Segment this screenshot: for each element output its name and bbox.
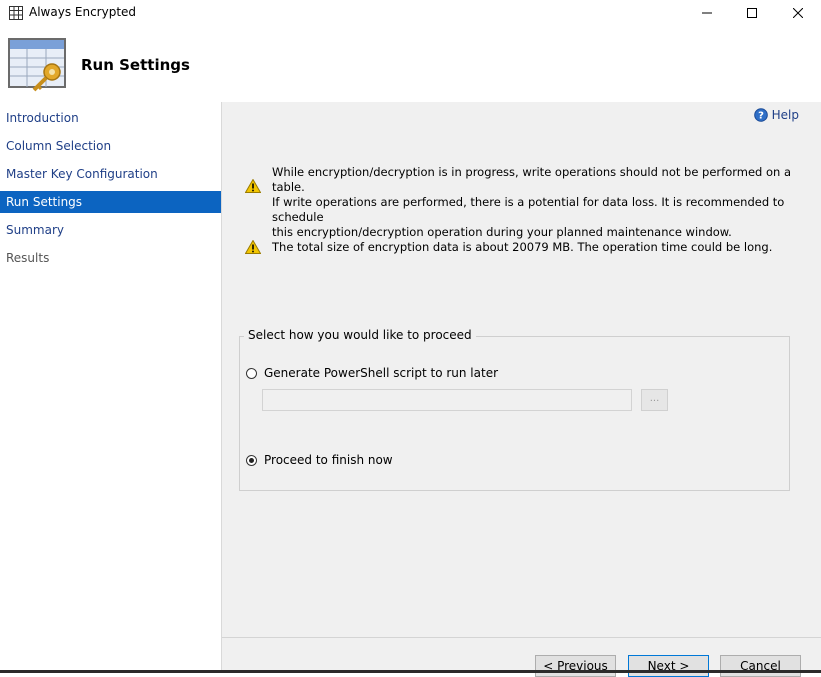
warning-icon xyxy=(245,240,261,254)
radio-button-selected[interactable] xyxy=(246,454,257,466)
sidebar-item-introduction[interactable]: Introduction xyxy=(0,107,221,129)
minimize-button[interactable] xyxy=(684,0,730,26)
wizard-sidebar: Introduction Column Selection Master Key… xyxy=(0,102,222,673)
table-key-icon xyxy=(8,38,66,92)
minimize-icon xyxy=(702,12,712,14)
cancel-button[interactable]: Cancel xyxy=(720,655,801,677)
svg-text:?: ? xyxy=(758,111,764,122)
main-panel: ? Help While encryption/decryption is in… xyxy=(222,102,821,677)
radio-proceed-to-finish-now[interactable]: Proceed to finish now xyxy=(246,453,393,467)
radio-label: Generate PowerShell script to run later xyxy=(264,366,499,380)
previous-button[interactable]: < Previous xyxy=(535,655,616,677)
maximize-icon xyxy=(747,8,757,18)
sidebar-item-column-selection[interactable]: Column Selection xyxy=(0,135,221,157)
wizard-header: Run Settings xyxy=(0,26,821,102)
help-link[interactable]: ? Help xyxy=(753,108,799,122)
radio-button[interactable] xyxy=(246,367,257,379)
close-icon xyxy=(793,8,803,18)
warning-message-data-size: The total size of encryption data is abo… xyxy=(272,240,773,254)
window-titlebar: Always Encrypted xyxy=(0,0,821,26)
sidebar-item-master-key-configuration[interactable]: Master Key Configuration xyxy=(0,163,221,185)
help-icon: ? xyxy=(753,108,768,122)
sidebar-item-results: Results xyxy=(6,251,50,265)
warning-message-write-operations: While encryption/decryption is in progre… xyxy=(272,165,792,239)
window-title: Always Encrypted xyxy=(29,5,137,19)
radio-label: Proceed to finish now xyxy=(264,453,393,467)
close-button[interactable] xyxy=(775,0,821,26)
radio-generate-powershell-script[interactable]: Generate PowerShell script to run later xyxy=(246,366,498,380)
proceed-options-group xyxy=(239,336,790,491)
warning-icon xyxy=(245,179,261,193)
proceed-options-label: Select how you would like to proceed xyxy=(244,328,476,342)
page-title: Run Settings xyxy=(81,56,190,74)
script-path-input[interactable] xyxy=(262,389,632,411)
help-label: Help xyxy=(771,108,799,122)
footer-divider xyxy=(222,637,821,638)
sidebar-item-summary[interactable]: Summary xyxy=(0,219,221,241)
maximize-button[interactable] xyxy=(729,0,775,26)
next-button[interactable]: Next > xyxy=(628,655,709,677)
sidebar-item-run-settings[interactable]: Run Settings xyxy=(0,191,221,213)
table-icon xyxy=(9,6,23,20)
browse-button[interactable]: ... xyxy=(641,389,668,411)
